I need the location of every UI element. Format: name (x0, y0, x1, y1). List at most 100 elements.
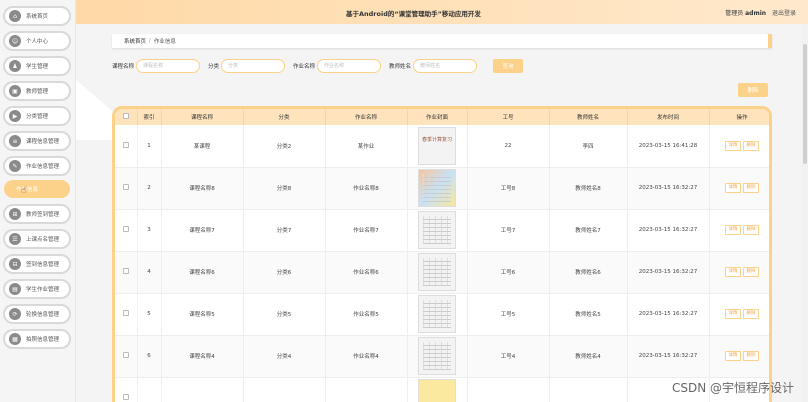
homework-icon: ✎ (9, 160, 21, 172)
user-name: admin (745, 10, 767, 17)
course-name-input[interactable] (136, 59, 201, 73)
delete-button[interactable]: 删除 (743, 140, 759, 151)
sidebar-item-checkin[interactable]: ⊟ 签到信息管理 (3, 254, 71, 274)
sidebar-item-teacher[interactable]: ▣ 教师管理 (3, 81, 71, 101)
sidebar-item-label: 课程信息管理 (26, 139, 60, 145)
sidebar-item-photo[interactable]: ▦ 拍照信息管理 (3, 329, 71, 349)
sidebar-item-category[interactable]: ▶ 分类管理 (3, 106, 71, 126)
cell-teacher (549, 377, 628, 402)
cell-time: 2023-03-15 16:32:27 (627, 293, 710, 336)
row-checkbox[interactable] (122, 394, 129, 400)
row-index: 2 (137, 167, 162, 210)
search-button[interactable]: 查询 (493, 59, 524, 73)
cell-course: 课程名称4 (161, 335, 244, 378)
homework-name-input[interactable] (317, 59, 382, 73)
sidebar-item-signin[interactable]: ⊞ 教师签到管理 (3, 204, 71, 224)
row-checkbox[interactable] (122, 226, 129, 232)
sidebar-subitem-homework-info[interactable]: 作业信息 ☝ (4, 180, 70, 198)
breadcrumb-home[interactable]: 系统首页 (124, 37, 146, 45)
course-name-label: 课程名称 (112, 64, 135, 70)
cell-category: 分类2 (243, 125, 326, 168)
detail-button[interactable]: 详情 (725, 140, 741, 151)
sidebar-item-homework[interactable]: ✎ 作业信息管理 (3, 156, 71, 176)
sidebar-item-rotation[interactable]: ⟳ 轮换信息管理 (3, 304, 71, 324)
cell-cover (407, 167, 468, 210)
row-index: 1 (137, 125, 162, 168)
sidebar-item-label: 教师签到管理 (26, 212, 60, 218)
detail-button[interactable]: 详情 (725, 183, 741, 193)
detail-button[interactable]: 详情 (725, 225, 741, 235)
sidebar-item-course[interactable]: ≡ 课程信息管理 (3, 131, 71, 151)
table-row: 5 课程名称5 分类5 作业名称5 工号5 教师姓名5 2023-03-15 16:32:2… (115, 293, 769, 336)
table-row: 4 课程名称6 分类6 作业名称6 工号6 教师姓名6 2023-03-15 16:32:2… (115, 251, 769, 294)
sidebar-item-label: 系统首页 (26, 14, 49, 20)
homework-name-label: 作业名称 (293, 64, 316, 70)
cell-teacher: 教师姓名5 (549, 293, 628, 336)
cell-cover (407, 377, 468, 402)
delete-button[interactable]: 删除 (743, 351, 759, 361)
homework-cover-image (418, 337, 456, 375)
row-select-cell (115, 293, 138, 336)
row-checkbox[interactable] (122, 352, 129, 358)
delete-button[interactable]: 删除 (743, 183, 759, 193)
scrollbar-thumb[interactable] (803, 44, 807, 164)
delete-button[interactable]: 删除 (743, 267, 759, 277)
detail-button[interactable]: 详情 (725, 309, 741, 319)
row-checkbox[interactable] (122, 310, 129, 316)
category-input[interactable] (221, 59, 286, 73)
row-checkbox[interactable] (122, 268, 129, 274)
cover-grid-pattern (423, 174, 451, 202)
sidebar-item-user[interactable]: ☺ 个人中心 (3, 31, 71, 51)
column-header: 作业封面 (407, 109, 468, 125)
cell-time: 2023-03-15 16:32:27 (627, 335, 710, 378)
sidebar-item-student[interactable]: ♟ 学生管理 (3, 56, 71, 76)
sidebar-item-home[interactable]: ⌂ 系统首页 (3, 6, 71, 26)
rollcall-icon: ☰ (9, 233, 21, 245)
column-header: 教师姓名 (549, 109, 628, 125)
cell-teacher: 教师姓名7 (549, 209, 628, 252)
homework-cover-image (418, 211, 456, 249)
table-row: 1 某课程 分类2 某作业 春季计算复习 22 李四 2023-03-15 16:41:28 详… (115, 125, 769, 168)
row-select-cell (115, 335, 138, 378)
sidebar-item-label: 轮换信息管理 (26, 312, 60, 318)
scrollbar[interactable] (802, 24, 808, 402)
main-content: 系统首页 / 作业信息 课程名称 分类 作业名称 教师姓名 查询 删除 索引课程… (76, 24, 808, 402)
cover-title-text: 春季计算复习 (422, 136, 453, 143)
detail-button[interactable]: 详情 (725, 351, 741, 361)
row-select-cell (115, 209, 138, 252)
row-index: 6 (137, 335, 162, 378)
sidebar-item-student-homework[interactable]: ▤ 学生作业管理 (3, 279, 71, 299)
delete-button[interactable]: 删除 (743, 225, 759, 235)
logout-link[interactable]: 退出登录 (772, 10, 796, 17)
batch-delete-button[interactable]: 删除 (738, 83, 768, 97)
table-row: 6 课程名称4 分类4 作业名称4 工号4 教师姓名4 2023-03-15 16:32:2… (115, 335, 769, 378)
signin-icon: ⊞ (9, 208, 21, 220)
cell-homework: 作业名称8 (325, 167, 408, 210)
row-checkbox[interactable] (122, 184, 129, 190)
table-row: 2 课程名称8 分类8 作业名称8 工号8 教师姓名8 2023-03-15 16:32:2… (115, 167, 769, 210)
cell-homework: 作业名称4 (325, 335, 408, 378)
sidebar-item-rollcall[interactable]: ☰ 上课点名管理 (3, 229, 71, 249)
cell-actions: 详情 删除 (709, 209, 769, 252)
teacher-name-input[interactable] (413, 59, 478, 73)
cell-category: 分类5 (243, 293, 326, 336)
header-select-all[interactable] (115, 109, 138, 125)
category-label: 分类 (208, 64, 220, 70)
detail-button[interactable]: 详情 (725, 267, 741, 277)
column-header: 工号 (467, 109, 550, 125)
breadcrumb-separator: / (149, 38, 151, 44)
cell-actions: 详情 删除 (709, 251, 769, 294)
teacher-icon: ▣ (9, 85, 21, 97)
row-checkbox[interactable] (122, 141, 129, 148)
delete-button[interactable]: 删除 (743, 309, 759, 319)
user-role: 管理员 (725, 10, 744, 17)
select-all-checkbox[interactable] (122, 113, 129, 119)
photo-icon: ▦ (9, 333, 21, 345)
homework-table: 索引 课程名称 分类 作业名称 作业封面 工号 教师姓名 发布时间 操作 1 某课程 分类2 某作业春… (112, 106, 772, 402)
top-bar: 基于Android的“课堂管理助手”移动应用开发 管理员 admin 退出登录 (76, 0, 808, 24)
cell-job-no (467, 377, 550, 402)
row-index (137, 377, 162, 402)
row-select-cell (115, 377, 138, 402)
cell-homework (325, 377, 408, 402)
cell-cover (407, 251, 468, 294)
